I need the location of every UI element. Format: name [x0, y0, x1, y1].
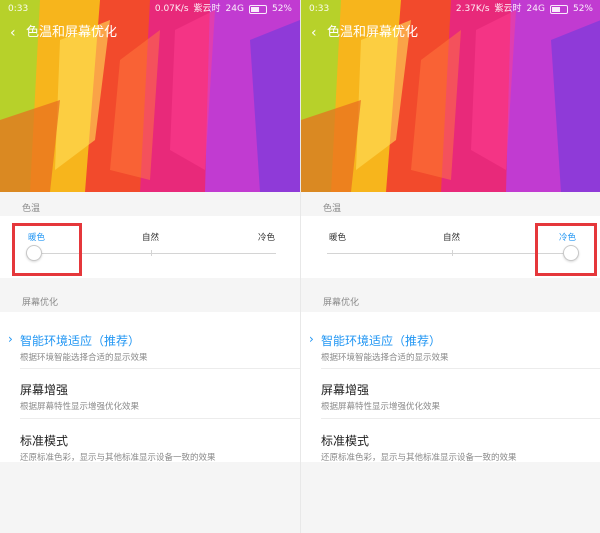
- network-type: 24G: [526, 4, 545, 14]
- carrier-name: 紫云时: [193, 4, 221, 14]
- network-speed: 0.07K/s: [154, 4, 189, 14]
- annotation-highlight-box: [12, 223, 82, 276]
- option-desc: 根据环境智能选择合适的显示效果: [321, 353, 449, 363]
- optimization-card: › 智能环境适应（推荐） 根据环境智能选择合适的显示效果 屏幕增强 根据屏幕特性…: [0, 312, 300, 463]
- battery-icon: [549, 4, 568, 14]
- option-name: 屏幕增强: [321, 383, 370, 397]
- option-desc: 根据环境智能选择合适的显示效果: [20, 353, 148, 363]
- status-time: 0:33: [8, 4, 29, 14]
- annotation-highlight-box: [535, 223, 597, 276]
- battery-level: 52%: [572, 4, 593, 14]
- color-temp-section-label: 色温: [323, 204, 342, 214]
- slider-tick-mid: [151, 250, 152, 256]
- warm-label[interactable]: 暖色: [329, 231, 346, 243]
- option-desc: 还原标准色彩，显示与其他标准显示设备一致的效果: [321, 453, 517, 463]
- phone-screen-warm: 0:33 0.07K/s 紫云时 24G 52% ‹ 色温和屏幕优化 色温 暖色…: [0, 0, 300, 533]
- phone-screen-cool: 0:33 2.37K/s 紫云时 24G 52% ‹ 色温和屏幕优化 色温 暖色…: [300, 0, 600, 533]
- optimization-card: › 智能环境适应（推荐） 根据环境智能选择合适的显示效果 屏幕增强 根据屏幕特性…: [301, 312, 600, 463]
- option-smart-adapt[interactable]: › 智能环境适应（推荐） 根据环境智能选择合适的显示效果: [301, 320, 600, 370]
- option-desc: 还原标准色彩，显示与其他标准显示设备一致的效果: [20, 453, 216, 463]
- option-smart-adapt[interactable]: › 智能环境适应（推荐） 根据环境智能选择合适的显示效果: [0, 320, 300, 370]
- option-screen-enhance[interactable]: 屏幕增强 根据屏幕特性显示增强优化效果: [0, 369, 300, 419]
- chevron-right-icon: ›: [309, 332, 314, 346]
- status-time: 0:33: [309, 4, 330, 14]
- battery-level: 52%: [271, 4, 292, 14]
- network-speed: 2.37K/s: [455, 4, 490, 14]
- divider: [321, 418, 600, 419]
- natural-label[interactable]: 自然: [142, 231, 159, 243]
- page-title: 色温和屏幕优化: [26, 25, 118, 40]
- status-bar: 0:33 0.07K/s 紫云时 24G 52%: [0, 0, 300, 18]
- network-type: 24G: [225, 4, 244, 14]
- natural-label[interactable]: 自然: [443, 231, 460, 243]
- option-name: 智能环境适应（推荐）: [20, 334, 141, 348]
- slider-tick-mid: [452, 250, 453, 256]
- status-bar: 0:33 2.37K/s 紫云时 24G 52%: [301, 0, 600, 18]
- back-arrow-icon[interactable]: ‹: [311, 20, 317, 46]
- option-name: 标准模式: [20, 434, 69, 448]
- option-name: 智能环境适应（推荐）: [321, 334, 442, 348]
- option-standard-mode[interactable]: 标准模式 还原标准色彩，显示与其他标准显示设备一致的效果: [301, 420, 600, 470]
- optimization-section-label: 屏幕优化: [323, 298, 360, 308]
- title-bar: ‹ 色温和屏幕优化: [0, 20, 300, 46]
- option-screen-enhance[interactable]: 屏幕增强 根据屏幕特性显示增强优化效果: [301, 369, 600, 419]
- option-desc: 根据屏幕特性显示增强优化效果: [20, 402, 140, 412]
- option-name: 标准模式: [321, 434, 370, 448]
- optimization-section-label: 屏幕优化: [22, 298, 59, 308]
- chevron-right-icon: ›: [8, 332, 13, 346]
- cool-label[interactable]: 冷色: [258, 231, 275, 243]
- option-desc: 根据屏幕特性显示增强优化效果: [321, 402, 441, 412]
- title-bar: ‹ 色温和屏幕优化: [301, 20, 600, 46]
- battery-icon: [248, 4, 267, 14]
- carrier-name: 紫云时: [494, 4, 522, 14]
- color-temp-section-label: 色温: [22, 204, 41, 214]
- back-arrow-icon[interactable]: ‹: [10, 20, 16, 46]
- page-title: 色温和屏幕优化: [327, 25, 419, 40]
- option-standard-mode[interactable]: 标准模式 还原标准色彩，显示与其他标准显示设备一致的效果: [0, 420, 300, 470]
- divider: [20, 418, 300, 419]
- option-name: 屏幕增强: [20, 383, 69, 397]
